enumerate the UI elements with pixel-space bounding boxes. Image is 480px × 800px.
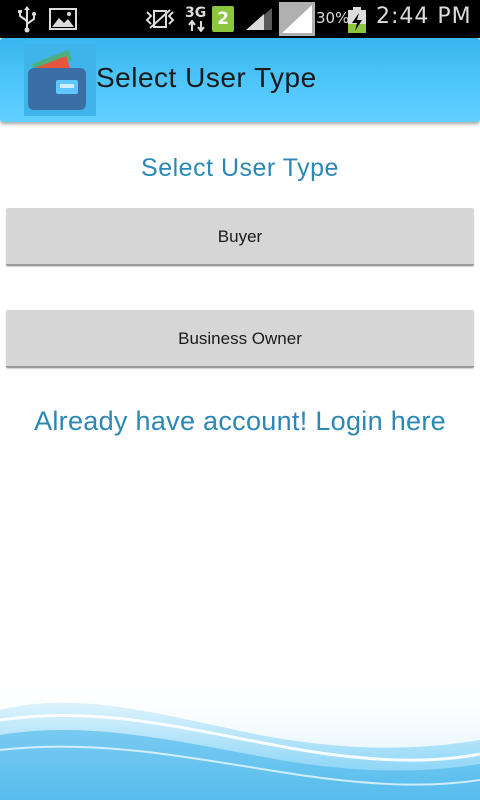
action-bar-title: Select User Type xyxy=(96,62,317,93)
signal-strength-icon xyxy=(246,8,272,30)
decorative-wave-background xyxy=(0,680,480,800)
clock: 2:44 PM xyxy=(376,4,472,29)
data-arrows-icon xyxy=(188,20,205,32)
action-bar: Select User Type xyxy=(0,38,480,122)
page-heading: Select User Type xyxy=(141,154,339,182)
battery-charging-icon xyxy=(348,7,366,33)
buyer-button[interactable]: Buyer xyxy=(6,208,474,266)
wallet-logo-icon[interactable] xyxy=(24,44,96,116)
login-link[interactable]: Already have account! Login here xyxy=(0,406,480,437)
sim-slot-badge: 2 xyxy=(212,6,234,32)
network-type-label: 3G xyxy=(185,5,207,21)
battery-percent: 30% xyxy=(316,9,350,27)
business-owner-button[interactable]: Business Owner xyxy=(6,310,474,368)
gallery-icon xyxy=(49,8,77,30)
vibrate-mute-icon xyxy=(145,9,175,29)
signal-strength-icon-2 xyxy=(279,2,315,36)
usb-icon xyxy=(18,6,36,33)
status-bar: 3G 2 30% 2:44 PM xyxy=(0,0,480,38)
